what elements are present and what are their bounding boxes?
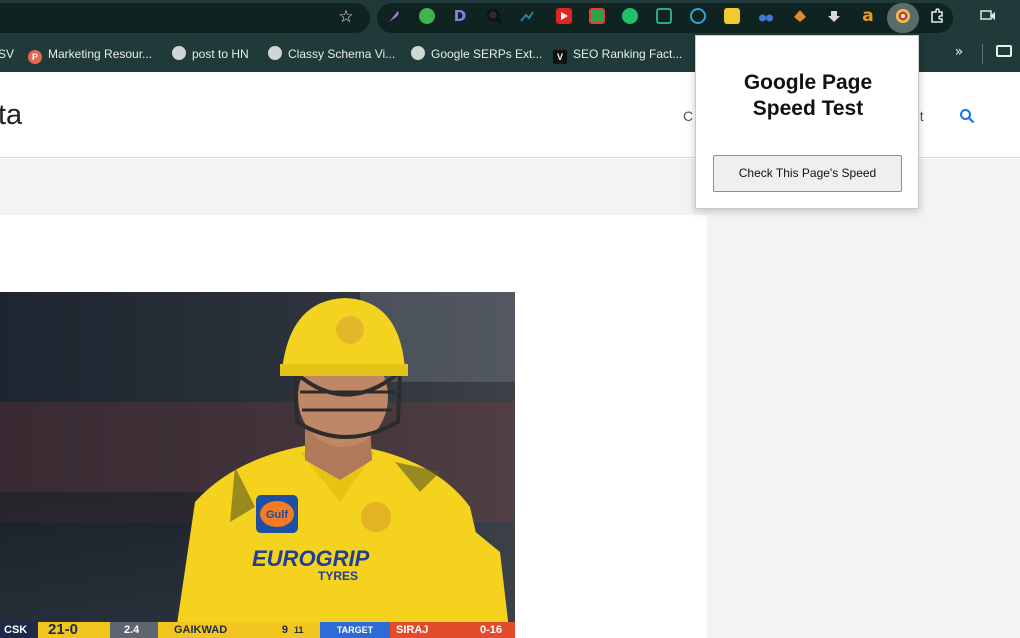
featured-image: Gulf EUROGRIP TYRES bbox=[0, 292, 515, 638]
score-batter-runs: 9 bbox=[264, 622, 290, 638]
jersey-sponsor-sub: TYRES bbox=[318, 569, 358, 583]
bookmark-google-serps[interactable]: Google SERPs Ext... bbox=[411, 44, 542, 64]
profile-menu-icon[interactable] bbox=[978, 8, 998, 26]
chat-extension-icon[interactable] bbox=[690, 8, 706, 24]
more-bookmarks-chevron-icon[interactable]: » bbox=[951, 44, 967, 60]
popup-title-line-2: Speed Test bbox=[752, 97, 864, 120]
browser-window: ☆ D a SV P Marketing Resour... post to H… bbox=[0, 0, 1020, 638]
binoculars-extension-icon[interactable] bbox=[758, 8, 774, 24]
amazon-extension-icon[interactable]: a bbox=[860, 8, 876, 25]
bookmark-star-icon[interactable]: ☆ bbox=[336, 7, 356, 27]
score-overs: 2.4 bbox=[110, 622, 158, 638]
green-square-extension-icon[interactable] bbox=[589, 8, 605, 24]
teal-box-extension-icon[interactable] bbox=[656, 8, 672, 24]
bookmark-seo-ranking-factors[interactable]: V SEO Ranking Fact... bbox=[553, 44, 682, 64]
popup-title-line-1: Google Page bbox=[743, 71, 873, 94]
site-title[interactable]: ta bbox=[0, 99, 22, 132]
score-bowler: SIRAJ bbox=[390, 622, 480, 638]
globe-icon bbox=[172, 46, 186, 60]
globe-icon bbox=[411, 46, 425, 60]
score-batter-balls: 11 bbox=[290, 622, 320, 638]
yellow-js-extension-icon[interactable] bbox=[724, 8, 740, 24]
page-speed-extension-icon[interactable] bbox=[895, 8, 911, 24]
puzzle-extensions-icon[interactable] bbox=[929, 8, 945, 24]
bookmark-label: post to HN bbox=[192, 47, 249, 61]
bookmark-post-to-hn[interactable]: post to HN bbox=[172, 44, 249, 64]
check-speed-button[interactable]: Check This Page's Speed bbox=[713, 155, 902, 192]
search-icon[interactable] bbox=[959, 108, 975, 124]
bookmark-label: SV bbox=[0, 47, 15, 61]
address-bar[interactable] bbox=[0, 3, 370, 33]
bookmark-marketing-resources[interactable]: P Marketing Resour... bbox=[28, 44, 152, 64]
bookmark-label: Classy Schema Vi... bbox=[288, 47, 396, 61]
globe-icon bbox=[268, 46, 282, 60]
score-target: TARGET bbox=[320, 622, 390, 638]
p-icon: P bbox=[28, 50, 42, 64]
trend-extension-icon[interactable] bbox=[519, 8, 535, 24]
bookmarks-divider bbox=[982, 44, 983, 64]
page-speed-popup: Google Page Speed Test Check This Page's… bbox=[695, 35, 919, 209]
jersey-logo: Gulf bbox=[266, 509, 288, 521]
bookmark-sv[interactable]: SV bbox=[0, 44, 14, 64]
scoreboard: CSK 21-0 2.4 GAIKWAD 9 11 TARGET SIRAJ 0… bbox=[0, 622, 515, 638]
magnifier-extension-icon[interactable] bbox=[486, 8, 502, 24]
score-bowler-figures: 0-16 bbox=[480, 622, 515, 638]
score-team: CSK bbox=[0, 622, 38, 638]
bookmark-classy-schema[interactable]: Classy Schema Vi... bbox=[268, 44, 395, 64]
leaf-extension-icon[interactable] bbox=[792, 8, 808, 24]
v-icon: V bbox=[553, 50, 567, 64]
popup-title: Google Page Speed Test bbox=[696, 70, 920, 122]
score-batter: GAIKWAD bbox=[158, 622, 264, 638]
bookmark-label: Google SERPs Ext... bbox=[431, 47, 543, 61]
feather-extension-icon[interactable] bbox=[386, 8, 402, 24]
red-play-extension-icon[interactable] bbox=[556, 8, 572, 24]
score-value: 21-0 bbox=[38, 622, 110, 638]
nav-link-partial[interactable]: C bbox=[683, 108, 693, 124]
bookmark-label: SEO Ranking Fact... bbox=[573, 47, 683, 61]
bookmark-label: Marketing Resour... bbox=[48, 47, 153, 61]
green-circle-extension-icon[interactable] bbox=[622, 8, 638, 24]
browser-toolbar: ☆ D a bbox=[0, 0, 1020, 36]
d-extension-icon[interactable]: D bbox=[452, 8, 468, 24]
download-arrow-extension-icon[interactable] bbox=[826, 8, 842, 24]
jersey-sponsor: EUROGRIP bbox=[252, 546, 370, 571]
bookmarks-folder-icon[interactable] bbox=[996, 45, 1012, 57]
green-hand-extension-icon[interactable] bbox=[419, 8, 435, 24]
sidebar bbox=[707, 215, 1020, 638]
